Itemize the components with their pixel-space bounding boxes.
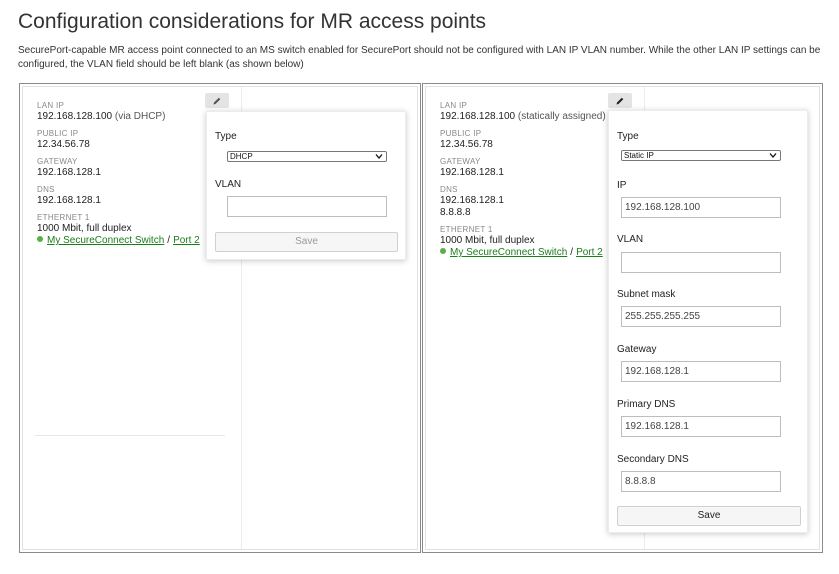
page-title: Configuration considerations for MR acce… [18, 10, 487, 33]
subnet-mask-label: Subnet mask [617, 289, 676, 300]
type-select[interactable]: Static IP [621, 150, 781, 161]
vlan-label: VLAN [215, 179, 242, 190]
port-link[interactable]: Port 2 [576, 247, 603, 258]
pencil-icon [616, 97, 624, 104]
lan-ip-config-popover: Type DHCP VLAN Save [206, 111, 406, 260]
primary-dns-input[interactable]: 192.168.128.1 [621, 416, 781, 437]
chevron-down-icon [375, 154, 383, 159]
secondary-dns-input[interactable]: 8.8.8.8 [621, 471, 781, 492]
edit-lan-ip-button[interactable] [205, 93, 229, 108]
type-label: Type [617, 131, 639, 142]
chevron-down-icon [769, 153, 777, 158]
lan-ip-note: (via DHCP) [114, 111, 166, 122]
gateway-label: Gateway [617, 344, 657, 355]
subnet-mask-input[interactable]: 255.255.255.255 [621, 306, 781, 327]
vlan-input[interactable] [621, 252, 781, 273]
save-button[interactable]: Save [617, 506, 801, 526]
secondary-dns-label: Secondary DNS [617, 454, 689, 465]
status-dot-icon [440, 248, 446, 255]
switch-link[interactable]: My SecureConnect Switch [450, 247, 567, 258]
link-separator: / [167, 235, 171, 246]
lan-ip-config-popover: Type Static IP IP 192.168.128.100 VLAN S… [608, 110, 808, 533]
panel-inner-frame: LAN IP 192.168.128.100 (statically assig… [425, 86, 820, 550]
pencil-icon [213, 97, 221, 104]
type-select-value: Static IP [624, 151, 654, 160]
ip-input[interactable]: 192.168.128.100 [621, 197, 781, 218]
type-label: Type [215, 131, 237, 142]
port-link[interactable]: Port 2 [173, 235, 200, 246]
vlan-label: VLAN [617, 234, 644, 245]
vlan-input[interactable] [227, 196, 387, 217]
lan-ip-address: 192.168.128.100 [37, 111, 113, 122]
panel-inner-frame: LAN IP 192.168.128.100 (via DHCP) PUBLIC… [22, 86, 418, 550]
dhcp-example-panel: LAN IP 192.168.128.100 (via DHCP) PUBLIC… [19, 83, 421, 553]
lan-ip-note: (statically assigned) [517, 111, 606, 122]
gateway-input[interactable]: 192.168.128.1 [621, 361, 781, 382]
edit-lan-ip-button[interactable] [608, 93, 632, 108]
link-separator: / [570, 247, 574, 258]
type-select[interactable]: DHCP [227, 151, 387, 162]
ip-label: IP [617, 180, 627, 191]
save-button[interactable]: Save [215, 232, 398, 252]
lan-ip-address: 192.168.128.100 [440, 111, 516, 122]
status-dot-icon [37, 236, 43, 243]
row-divider [35, 435, 225, 436]
primary-dns-label: Primary DNS [617, 399, 676, 410]
static-ip-example-panel: LAN IP 192.168.128.100 (statically assig… [422, 83, 823, 553]
page-description: SecurePort-capable MR access point conne… [18, 45, 821, 70]
type-select-value: DHCP [230, 152, 253, 161]
switch-link[interactable]: My SecureConnect Switch [47, 235, 164, 246]
